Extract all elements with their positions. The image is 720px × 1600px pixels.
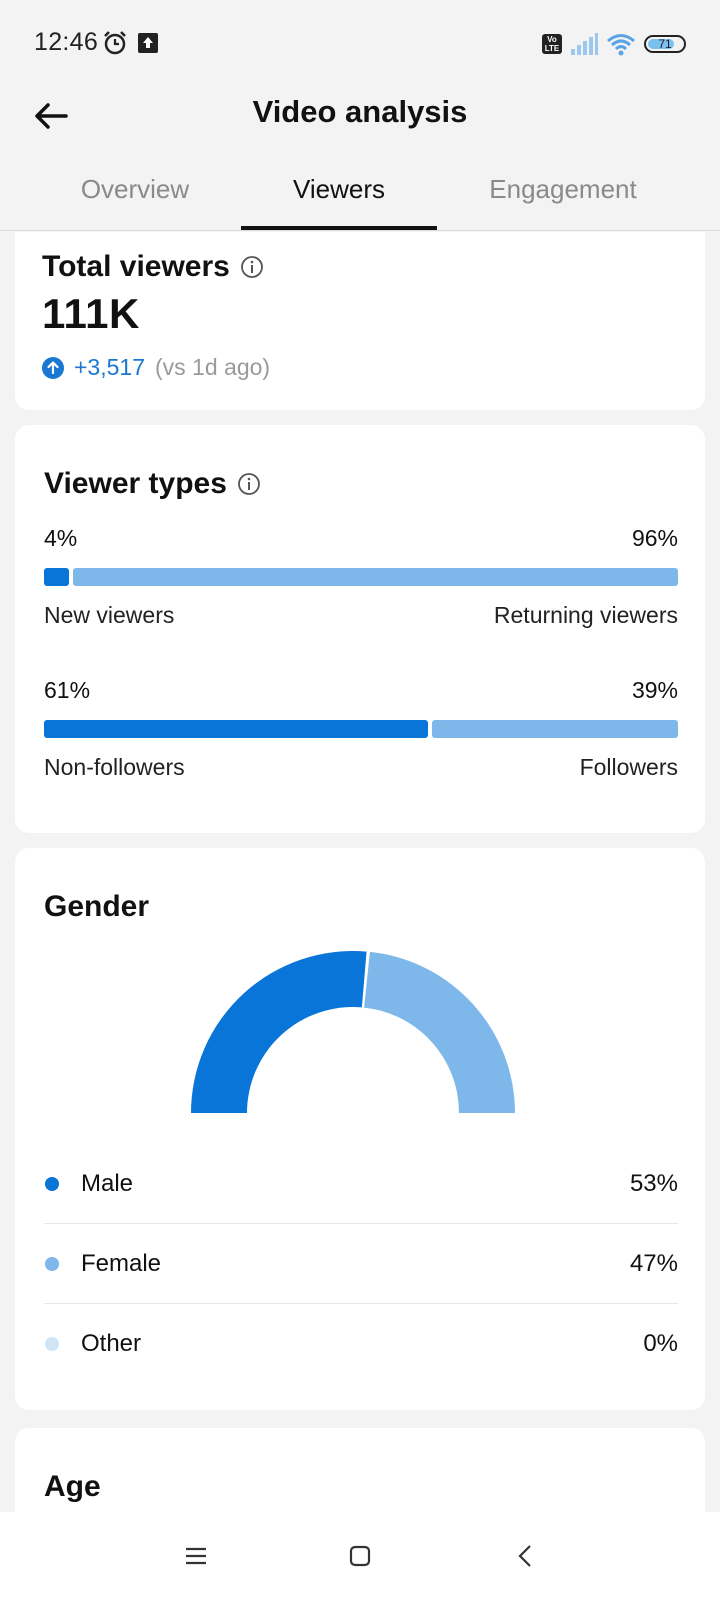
non-followers-pct: 61% [44,677,91,703]
total-viewers-delta: +3,517 (vs 1d ago) [42,354,270,381]
gender-card: Gender Male 53% Female 47% Other 0% [15,848,705,1410]
total-viewers-title: Total viewers [42,250,230,283]
new-viewers-pct: 4% [44,525,78,551]
legend-row-other: Other 0% [44,1304,678,1384]
tab-viewers[interactable]: Viewers [241,168,437,230]
info-icon[interactable] [240,255,264,279]
battery-icon: 71 [644,35,686,53]
total-viewers-heading: Total viewers [42,250,264,284]
female-label: Female [81,1249,162,1277]
female-dot [45,1256,59,1271]
other-value: 0% [643,1330,678,1357]
status-indicators: Vo LTE 71 [542,32,686,56]
returning-viewers-bar [73,568,678,586]
total-viewers-card: Total viewers 111K +3,517 (vs 1d ago) [15,232,705,410]
returning-viewers-pct: 96% [631,525,678,551]
arrow-up-circle-icon [42,356,64,379]
menu-icon[interactable] [180,1540,212,1572]
app-header: Video analysis Overview Viewers Engageme… [0,90,720,230]
new-vs-returning-split: 4% 96% New viewers Returning viewers [44,525,678,629]
viewer-types-heading: Viewer types [44,467,261,501]
new-viewers-bar [44,568,69,586]
upload-icon [138,33,158,53]
female-value: 47% [629,1249,678,1277]
back-chevron-icon[interactable] [510,1540,542,1572]
new-viewers-label: New viewers [44,602,175,628]
male-value: 53% [629,1169,678,1197]
tab-bar: Overview Viewers Engagement [0,168,720,230]
nonfollowers-vs-followers-split: 61% 39% Non-followers Followers [44,677,678,781]
delta-compare: (vs 1d ago) [155,354,271,380]
male-dot [45,1176,59,1191]
wifi-icon [607,34,635,56]
status-bar: 12:46 Vo LTE 71 [0,0,720,90]
total-viewers-value: 111K [42,290,140,337]
returning-viewers-label: Returning viewers [493,602,678,628]
battery-level: 71 [658,37,672,51]
system-nav-bar [0,1512,720,1600]
signal-icon [571,33,598,55]
other-label: Other [81,1330,142,1357]
active-tab-indicator [241,226,437,230]
viewer-types-title: Viewer types [44,467,227,500]
info-icon[interactable] [237,472,261,496]
age-title: Age [44,1470,101,1503]
gender-title: Gender [44,890,150,923]
non-followers-bar [44,720,428,738]
donut-slice-female [364,951,515,1113]
legend-row-male: Male 53% [44,1144,678,1224]
tab-engagement[interactable]: Engagement [463,168,663,230]
alarm-icon [104,31,126,55]
viewer-types-card: Viewer types 4% 96% New viewers Returnin… [15,425,705,833]
gender-half-donut-chart [191,951,515,1113]
status-time: 12:46 [34,28,99,56]
donut-slice-male [191,951,367,1113]
tab-overview[interactable]: Overview [50,168,220,230]
legend-row-female: Female 47% [44,1224,678,1304]
nonfollowers-vs-followers-bar [44,720,678,738]
gender-legend: Male 53% Female 47% Other 0% [44,1144,678,1384]
home-square-icon[interactable] [344,1540,376,1572]
new-vs-returning-bar [44,568,678,586]
tabs-divider [0,230,720,231]
non-followers-label: Non-followers [44,754,185,780]
followers-label: Followers [579,754,678,780]
other-dot [45,1337,59,1351]
delta-value: +3,517 [74,354,145,380]
page-title: Video analysis [252,94,468,129]
volte-icon: Vo LTE [542,34,562,54]
male-label: Male [81,1169,134,1197]
followers-bar [432,720,678,738]
followers-pct: 39% [631,677,678,703]
